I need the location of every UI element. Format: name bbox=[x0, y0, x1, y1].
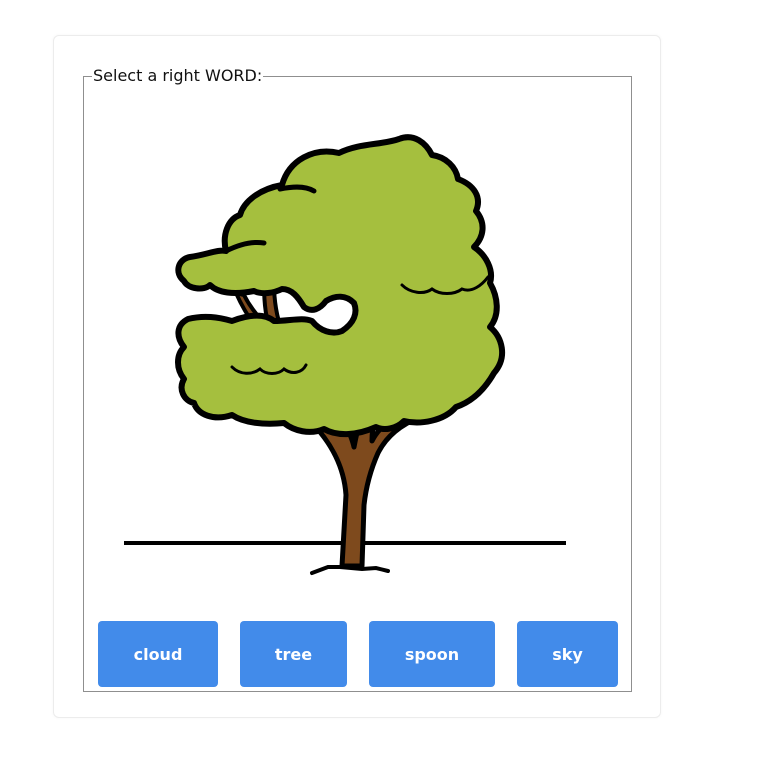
tree-icon bbox=[124, 134, 566, 575]
question-legend: Select a right WORD: bbox=[93, 66, 263, 85]
quiz-card: Select a right WORD: cloud tree spoon sk… bbox=[53, 35, 661, 718]
choice-sky-button[interactable]: sky bbox=[517, 621, 618, 687]
choice-tree-button[interactable]: tree bbox=[240, 621, 347, 687]
choice-spoon-button[interactable]: spoon bbox=[369, 621, 495, 687]
word-question: Select a right WORD: cloud tree spoon sk… bbox=[83, 67, 632, 692]
word-choices: cloud tree spoon sky bbox=[84, 621, 631, 687]
choice-cloud-button[interactable]: cloud bbox=[98, 621, 218, 687]
